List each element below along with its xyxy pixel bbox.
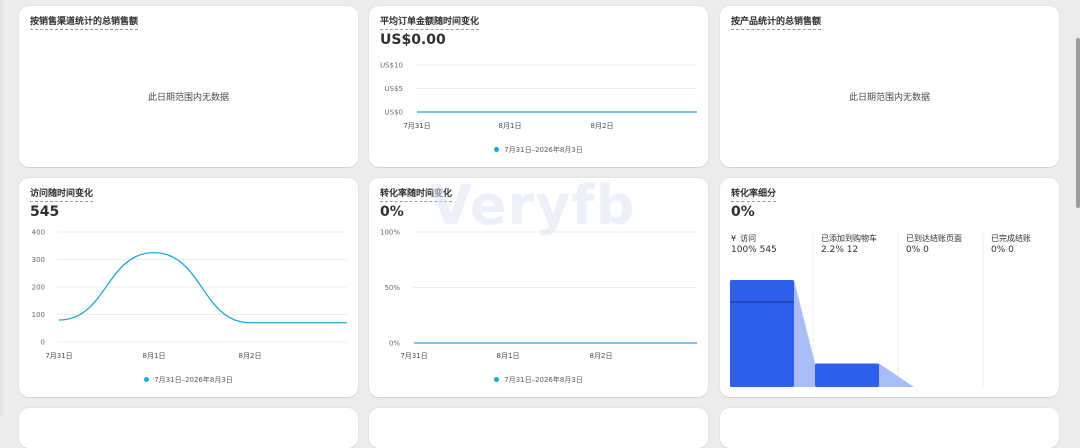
y-tick-label: 100% [380,229,400,237]
empty-message: 此日期范围内无数据 [147,93,229,103]
series-line [58,251,347,324]
card-average-order-value: 平均订单金额随时间变化 US$0.00 US$0 US$5 US$10 7月31日 8月… [369,6,708,167]
x-tick-label: 7月31日 [45,352,72,360]
x-tick-label: 7月31日 [403,122,430,130]
y-tick-label: 0% [389,340,400,348]
y-tick-label: 50% [384,284,400,292]
y-tick-label: US$0 [385,109,403,117]
card-title[interactable]: 按产品统计的总销售额 [731,17,822,30]
left-edge [0,0,3,416]
card-sales-by-channel: 按销售渠道统计的总销售额 此日期范围内无数据 [19,6,358,167]
y-tick-label: US$10 [380,62,403,70]
y-tick-label: US$5 [385,85,403,93]
card-sessions-over-time: 访问随时间变化 545 0 100 200 300 400 7月31日 8月1日 8月2日 7… [19,178,358,397]
y-tick-label: 0 [41,339,45,347]
x-tick-label: 8月1日 [497,352,520,360]
scrollbar[interactable] [1076,38,1080,208]
sessions-line-chart: 0 100 200 300 400 7月31日 8月1日 8月2日 [32,229,347,360]
chart-legend[interactable]: 7月31日–2026年8月3日 [369,375,708,385]
funnel-bar [815,363,879,387]
card-partial-3 [720,408,1059,448]
chart-legend[interactable]: 7月31日–2026年8月3日 [369,145,708,155]
legend-dot-icon [494,146,500,152]
y-tick-label: 300 [32,256,45,264]
legend-dot-icon [494,376,500,382]
funnel-bar [730,280,794,387]
card-conversion-breakdown: 转化率细分 0% ¥ 访问 100% 545 已添加到购物车 2.2% 12 已到… [720,178,1059,397]
funnel-connector [879,363,914,387]
conversion-funnel-chart [730,233,984,387]
y-tick-label: 400 [32,229,45,237]
conversion-line-chart: 0% 50% 100% 7月31日 8月1日 8月2日 [380,229,697,360]
aov-line-chart: US$0 US$5 US$10 7月31日 8月1日 8月2日 [380,62,697,130]
x-tick-label: 8月2日 [239,352,262,360]
y-tick-label: 200 [32,284,45,292]
card-title[interactable]: 按销售渠道统计的总销售额 [30,17,139,30]
x-tick-label: 8月2日 [590,352,613,360]
x-tick-label: 8月2日 [591,122,614,130]
chart-legend[interactable]: 7月31日–2026年8月3日 [19,375,358,385]
x-tick-label: 8月1日 [143,352,166,360]
card-partial-1 [19,408,358,448]
legend-label: 7月31日–2026年8月3日 [154,376,233,384]
card-conversion-over-time: 转化率随时间变化 0% 0% 50% 100% 7月31日 8月1日 8月2日 7月31日… [369,178,708,397]
card-partial-2 [369,408,708,448]
y-tick-label: 100 [32,311,45,319]
x-tick-label: 7月31日 [400,352,427,360]
card-sales-by-product: 按产品统计的总销售额 此日期范围内无数据 [720,6,1059,167]
x-tick-label: 8月1日 [499,122,522,130]
legend-dot-icon [144,376,150,382]
legend-label: 7月31日–2026年8月3日 [504,376,583,384]
funnel-connector [794,280,815,387]
empty-message: 此日期范围内无数据 [848,93,930,103]
legend-label: 7月31日–2026年8月3日 [504,146,583,154]
